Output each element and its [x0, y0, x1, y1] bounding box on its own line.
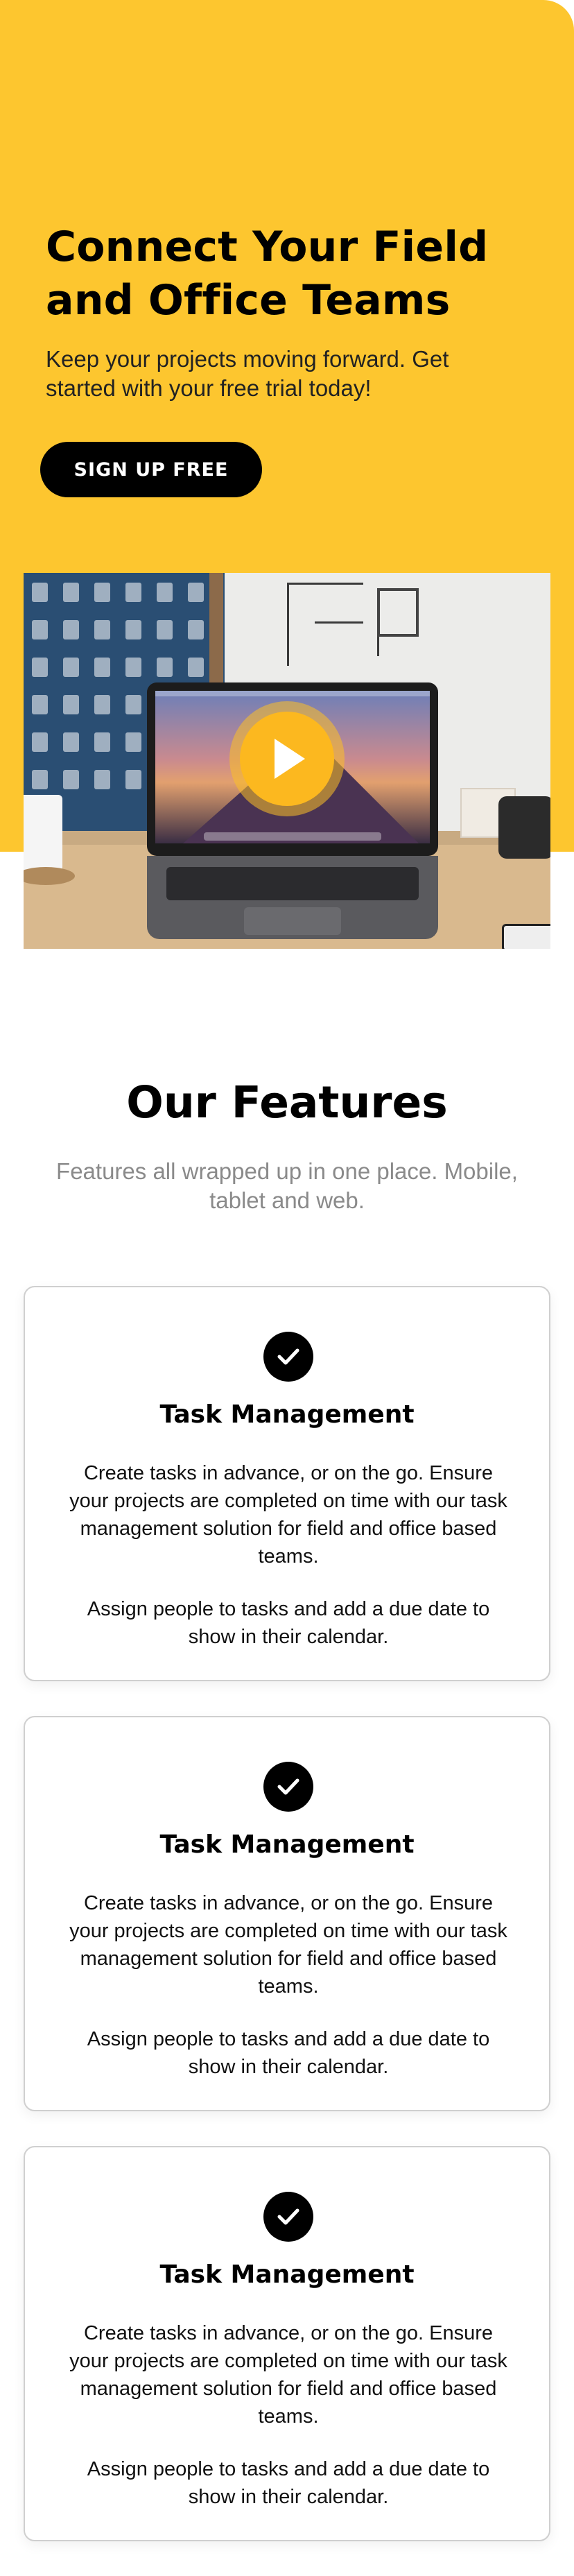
feature-card-detail: Assign people to tasks and add a due dat…	[87, 1598, 490, 1648]
checkmark-icon	[263, 2192, 313, 2242]
video-thumbnail-lens	[498, 796, 550, 859]
feature-card-title: Task Management	[159, 1830, 415, 1859]
features-subtitle: Features all wrapped up in one place. Mo…	[56, 1158, 518, 1213]
video-thumbnail-phone	[502, 924, 550, 949]
video-thumbnail-laptop-base	[147, 856, 438, 939]
feature-card-description: Create tasks in advance, or on the go. E…	[69, 1892, 507, 1998]
hero-subtitle: Keep your projects moving forward. Get s…	[46, 346, 449, 401]
checkmark-icon	[263, 1762, 313, 1812]
feature-card: Task Management Create tasks in advance,…	[24, 1286, 550, 1681]
video-player[interactable]	[24, 573, 550, 949]
checkmark-icon	[263, 1332, 313, 1382]
play-icon	[275, 739, 305, 779]
play-button[interactable]	[240, 712, 334, 806]
page: Connect Your Field and Office Teams Keep…	[0, 0, 574, 2576]
feature-card-detail: Assign people to tasks and add a due dat…	[87, 2458, 490, 2508]
feature-card-title: Task Management	[159, 1400, 415, 1429]
sign-up-free-button[interactable]: SIGN UP FREE	[40, 442, 262, 497]
feature-card-title: Task Management	[159, 2260, 415, 2289]
feature-card-description: Create tasks in advance, or on the go. E…	[69, 2322, 507, 2428]
feature-card: Task Management Create tasks in advance,…	[24, 2146, 550, 2541]
feature-card: Task Management Create tasks in advance,…	[24, 1716, 550, 2111]
feature-card-detail: Assign people to tasks and add a due dat…	[87, 2028, 490, 2078]
hero-title: Connect Your Field and Office Teams	[46, 223, 489, 325]
features-title: Our Features	[126, 1077, 448, 1128]
feature-card-description: Create tasks in advance, or on the go. E…	[69, 1462, 507, 1568]
video-thumbnail-mug	[24, 795, 62, 871]
video-thumbnail-sketch	[377, 588, 419, 637]
